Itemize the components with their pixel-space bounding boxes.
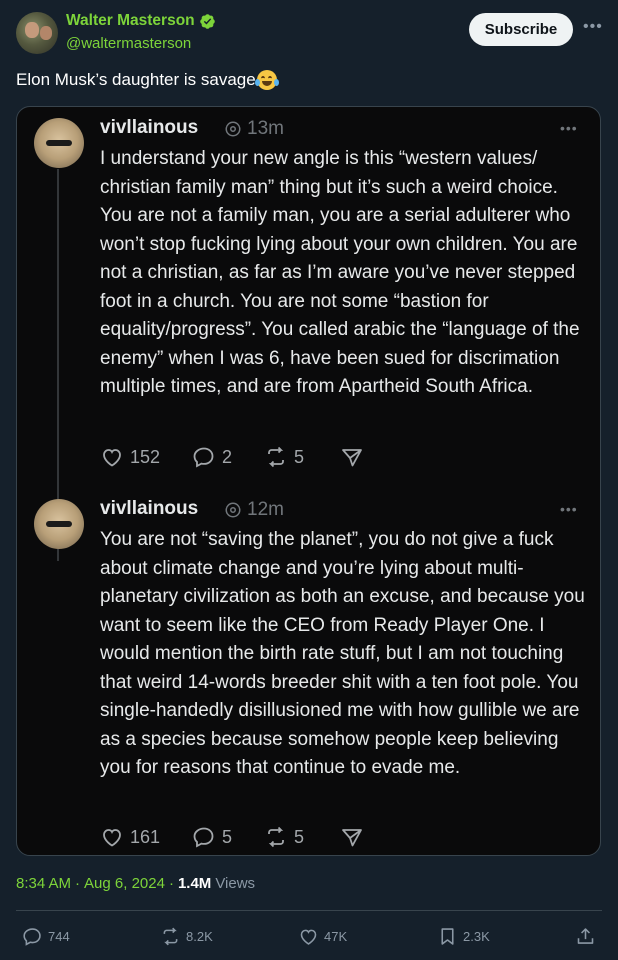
reply-avatar [34,499,84,549]
author-name-row: Walter Masterson [66,12,216,30]
send-icon [342,829,362,847]
repost-count: 8.2K [186,929,213,944]
repost-icon [268,826,284,848]
comment-icon [23,928,41,946]
share-button[interactable] [575,926,596,947]
tweet-date[interactable]: Aug 6, 2024 [84,875,165,892]
heart-icon [300,929,317,945]
reply-time: 13m [247,118,284,139]
heart-icon [103,449,121,467]
bookmark-count: 2.3K [463,929,490,944]
tweet-text: Elon Musk’s daughter is savage [16,70,279,90]
views-count: 1.4M [177,875,212,892]
share-icon [577,928,594,944]
divider [16,910,602,911]
reply-more-icon: ••• [560,120,578,136]
reply-like-count: 161 [130,826,161,847]
comment-icon [193,827,214,848]
reply-repost: 5 [264,825,340,849]
repost-icon [268,446,284,468]
reply-actions: 152 2 5 [100,445,364,469]
clock-icon [225,121,241,137]
reply-actions: 161 5 5 [100,825,364,849]
avatar-glasses [46,521,72,527]
face-with-tears-of-joy-icon [254,70,279,90]
reply-more-icon: ••• [560,501,578,517]
reply-share [340,825,364,849]
reply-count: 744 [48,929,70,944]
reply-meta: 13m [224,118,284,140]
more-options-icon[interactable]: ••• [583,18,603,38]
repost-button[interactable]: 8.2K [160,926,213,947]
reply-avatar [34,118,84,168]
reply-like: 161 [100,825,192,849]
author-handle[interactable]: @waltermasterson [66,35,191,52]
reply-meta: 12m [224,499,284,521]
tweet-text-content: Elon Musk’s daughter is savage [16,70,256,89]
reply-like: 152 [100,445,192,469]
reply-body: You are not “saving the planet”, you do … [100,529,585,778]
reply-comment: 5 [192,825,264,849]
avatar-face [25,22,39,38]
bookmark-button[interactable]: 2.3K [437,926,490,947]
reply-repost: 5 [264,445,340,469]
author-avatar[interactable] [16,12,58,54]
send-icon [342,449,362,467]
heart-icon [103,829,121,847]
dot-separator: · [75,875,81,892]
reply-like-count: 152 [130,446,161,467]
verified-badge-icon [199,13,215,29]
reply-author-name: vivllainous [100,498,199,519]
reply-repost-count: 5 [294,826,305,847]
reply-time: 12m [247,499,284,520]
tweet-action-bar: 744 8.2K 47K 2.3K [0,918,618,954]
reply-comment-count: 2 [222,446,233,467]
clock-icon [225,502,241,518]
reply-author-name: vivllainous [100,117,199,138]
views-label: Views [215,875,256,892]
comment-icon [193,447,214,468]
repost-icon [163,927,178,946]
tweet-timestamp: 8:34 AM · Aug 6, 2024 · 1.4M Views [16,875,255,892]
reply-share [340,445,364,469]
dot-separator: · [168,875,174,892]
tweet-time[interactable]: 8:34 AM [16,875,71,892]
reply-repost-count: 5 [294,446,305,467]
like-count: 47K [324,929,348,944]
subscribe-button[interactable]: Subscribe [469,13,573,46]
author-display-name[interactable]: Walter Masterson [66,12,195,30]
bookmark-icon [441,928,454,945]
like-button[interactable]: 47K [298,926,347,947]
avatar-face [40,26,52,40]
reply-comment: 2 [192,445,264,469]
reply-comment-count: 5 [222,826,233,847]
avatar-glasses [46,140,72,146]
embedded-image[interactable]: vivllainous 13m ••• I understand your ne… [16,106,601,856]
tweet-header: Walter Masterson @waltermasterson Subscr… [0,0,618,62]
reply-button[interactable]: 744 [22,926,70,947]
reply-body: I understand your new angle is this “wes… [100,148,580,397]
